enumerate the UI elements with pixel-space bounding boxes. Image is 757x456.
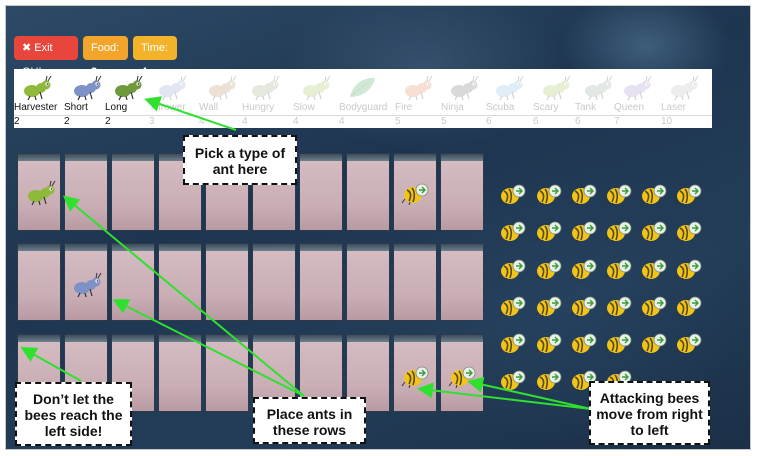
arrow-to-picker [144,96,237,131]
note-left-side: Don’t let the bees reach the left side! [15,382,132,446]
game-board: ✖ Exit GUI Food: 2 Time: 4 Harvester2Sho… [5,5,751,450]
arrow-to-row-2 [112,299,305,397]
arrow-to-bee-a [417,382,592,410]
arrow-to-row-1 [62,195,305,397]
note-pick-ant: Pick a type of ant here [183,135,297,185]
note-place-ants: Place ants in these rows [253,397,366,444]
arrow-to-bee-b [467,376,592,410]
arrow-to-left-edge [20,347,82,382]
note-attacking-bees: Attacking bees move from right to left [589,381,710,445]
